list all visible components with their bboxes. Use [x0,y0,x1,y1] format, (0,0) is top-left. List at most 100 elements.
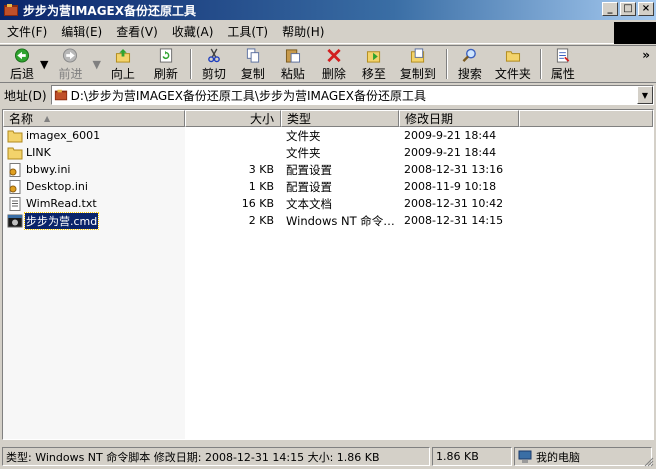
title-bar[interactable]: 步步为营IMAGEX备份还原工具 _ □ × [0,0,656,20]
status-size: 1.86 KB [432,447,512,466]
menu-favorites[interactable]: 收藏(A) [165,23,221,40]
folder-icon [7,129,25,143]
folder-icon [7,146,25,160]
move-to-button[interactable]: 移至 [355,46,393,82]
file-name-cell[interactable]: bbwy.ini [3,162,185,177]
menu-file[interactable]: 文件(F) [0,23,54,40]
file-size: 3 KB [248,163,274,176]
properties-button[interactable]: 属性 [545,46,581,82]
file-type: 配置设置 [286,162,332,177]
properties-icon [556,48,570,63]
menu-bar: 文件(F) 编辑(E) 查看(V) 收藏(A) 工具(T) 帮助(H) [0,20,656,44]
file-row[interactable]: Desktop.ini 1 KB 配置设置 2008-11-9 10:18 [3,178,653,195]
copy-button[interactable]: 复制 [233,46,273,82]
column-header: 名称 ▲ 大小 类型 修改日期 [3,110,653,127]
file-row[interactable]: bbwy.ini 3 KB 配置设置 2008-12-31 13:16 [3,161,653,178]
resize-grip-icon[interactable] [642,455,654,467]
cut-button[interactable]: 剪切 [195,46,233,82]
file-modified: 2009-9-21 18:44 [404,129,497,142]
refresh-button[interactable]: 刷新 [145,46,187,82]
file-name: bbwy.ini [26,163,71,176]
file-modified: 2008-12-31 13:16 [404,163,504,176]
window-controls: _ □ × [600,2,654,16]
refresh-icon [159,48,173,63]
toolbar-separator [445,49,448,79]
column-size[interactable]: 大小 [185,110,281,127]
file-name-cell[interactable]: 步步为营.cmd [3,211,185,230]
folders-icon [505,51,520,62]
explorer-window: 步步为营IMAGEX备份还原工具 _ □ × 文件(F) 编辑(E) 查看(V)… [0,0,656,469]
delete-button[interactable]: 删除 [313,46,355,82]
file-modified: 2009-9-21 18:44 [404,146,497,159]
file-size: 16 KB [241,197,274,210]
address-input[interactable]: D:\步步为营IMAGEX备份还原工具\步步为营IMAGEX备份还原工具 ▼ [50,85,654,105]
file-name: 步步为营.cmd [23,211,100,230]
file-rows: imagex_6001 文件夹 2009-9-21 18:44 LINK 文件夹 2009… [3,127,653,230]
toolbar-overflow-chevron-icon[interactable]: » [642,48,650,62]
copy-to-icon [410,48,425,63]
toolbar-separator [539,49,542,79]
file-type: 文件夹 [286,128,321,143]
paste-button[interactable]: 粘贴 [273,46,313,82]
file-type: 文件夹 [286,145,321,160]
maximize-button[interactable]: □ [620,2,636,16]
minimize-button[interactable]: _ [602,2,618,16]
cmd-file-icon [7,214,25,228]
back-dropdown-icon[interactable]: ▼ [40,58,48,71]
address-label: 地址(D) [4,88,47,103]
file-size: 2 KB [248,214,274,227]
file-name-cell[interactable]: Desktop.ini [3,179,185,194]
address-dropdown-icon[interactable]: ▼ [637,86,653,104]
file-row[interactable]: WimRead.txt 16 KB 文本文档 2008-12-31 10:42 [3,195,653,212]
up-button[interactable]: 向上 [101,46,145,82]
file-type: 配置设置 [286,179,332,194]
windows-logo-throbber [614,22,656,44]
file-row[interactable]: LINK 文件夹 2009-9-21 18:44 [3,144,653,161]
sort-ascending-icon: ▲ [44,114,51,123]
file-name: imagex_6001 [26,129,101,142]
forward-arrow-icon [63,48,78,63]
status-bar: 类型: Windows NT 命令脚本 修改日期: 2008-12-31 14:… [0,444,656,469]
status-details: 类型: Windows NT 命令脚本 修改日期: 2008-12-31 14:… [2,447,430,466]
file-name: WimRead.txt [26,197,97,210]
forward-dropdown-icon[interactable]: ▼ [92,58,100,71]
file-modified: 2008-12-31 14:15 [404,214,504,227]
menu-help[interactable]: 帮助(H) [275,23,331,40]
back-arrow-icon [14,48,30,63]
file-type: 文本文档 [286,196,332,211]
file-type: Windows NT 命令… [286,213,395,228]
file-modified: 2008-11-9 10:18 [404,180,497,193]
address-path: D:\步步为营IMAGEX备份还原工具\步步为营IMAGEX备份还原工具 [70,88,426,103]
file-name-cell[interactable]: LINK [3,146,185,160]
toolbar: 后退 ▼ 前进 ▼ 向上 刷新 剪切 复制 粘贴 删除 移至 复制到 搜索 文件… [0,45,656,83]
close-button[interactable]: × [638,2,654,16]
file-name: Desktop.ini [26,180,88,193]
menu-tools[interactable]: 工具(T) [220,23,275,40]
file-name: LINK [26,146,51,159]
file-list: 名称 ▲ 大小 类型 修改日期 imagex_6001 文件夹 2009-9-21 … [2,109,654,440]
column-modified[interactable]: 修改日期 [399,110,519,127]
my-computer-icon [518,450,532,463]
column-name[interactable]: 名称 ▲ [3,110,185,127]
search-icon [462,48,476,62]
column-filler [519,110,653,127]
menu-edit[interactable]: 编辑(E) [54,23,109,40]
forward-button[interactable]: 前进 [48,46,92,82]
delete-x-icon [327,48,341,63]
file-row[interactable]: 步步为营.cmd 2 KB Windows NT 命令… 2008-12-31 14:… [3,211,653,230]
menu-view[interactable]: 查看(V) [109,23,165,40]
window-title: 步步为营IMAGEX备份还原工具 [23,3,196,18]
address-folder-icon [54,89,67,101]
file-name-cell[interactable]: imagex_6001 [3,129,185,143]
search-button[interactable]: 搜索 [451,46,489,82]
status-location: 我的电脑 [514,447,652,466]
move-to-icon [366,51,381,63]
file-name-cell[interactable]: WimRead.txt [3,196,185,211]
text-file-icon [7,196,25,211]
copy-to-button[interactable]: 复制到 [393,46,443,82]
ini-file-icon [7,179,25,194]
back-button[interactable]: 后退 [4,46,40,82]
folders-button[interactable]: 文件夹 [489,46,537,82]
file-row[interactable]: imagex_6001 文件夹 2009-9-21 18:44 [3,127,653,144]
column-type[interactable]: 类型 [281,110,399,127]
